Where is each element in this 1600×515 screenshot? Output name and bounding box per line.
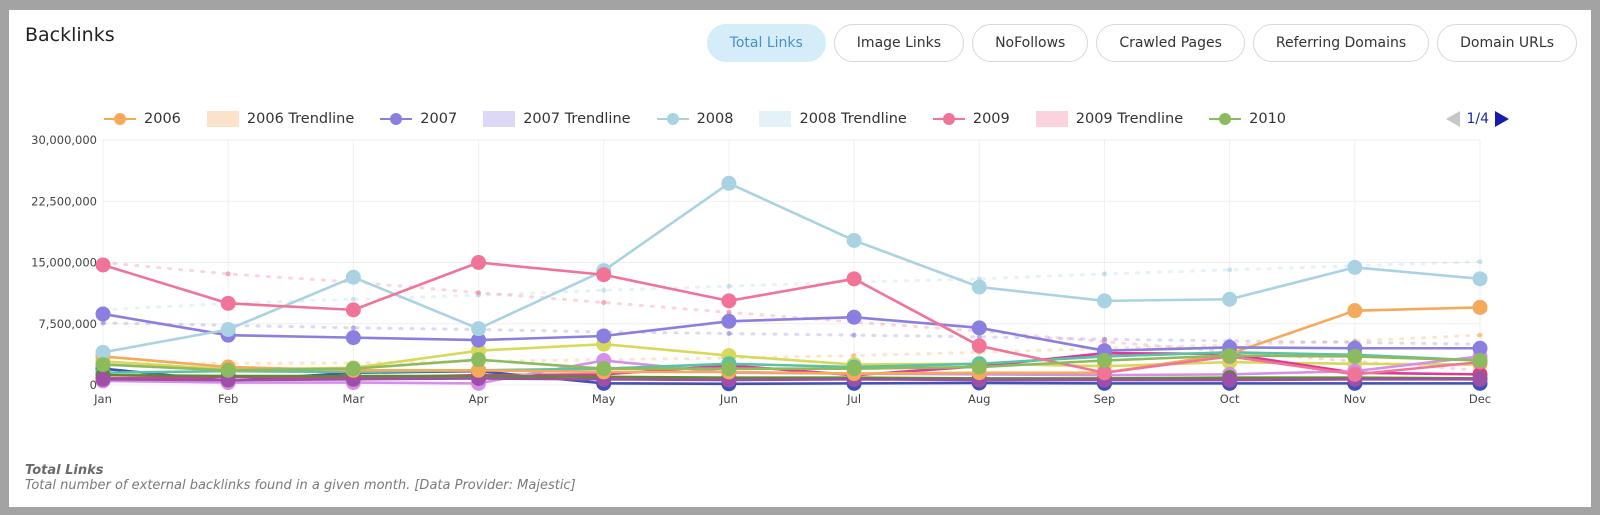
trendline-point [851, 332, 857, 338]
data-point [846, 232, 862, 248]
data-point [471, 352, 487, 368]
data-point [596, 328, 612, 344]
data-point [220, 321, 236, 337]
data-point [971, 320, 987, 336]
data-point [95, 306, 111, 322]
y-tick-label: 7,500,000 [38, 317, 97, 331]
data-point [1347, 303, 1363, 319]
data-point [1347, 348, 1363, 364]
x-tick-label: Jun [719, 392, 738, 406]
data-point [345, 269, 361, 285]
data-point [721, 313, 737, 329]
y-tick-label: 15,000,000 [31, 256, 97, 270]
backlinks-panel: Backlinks Total Links Image Links NoFoll… [9, 10, 1591, 507]
data-point [1472, 353, 1488, 368]
series-line-2017 [102, 377, 1480, 382]
data-point [846, 309, 862, 325]
data-point [846, 271, 862, 287]
x-tick-label: Apr [469, 392, 489, 406]
data-point [1472, 371, 1488, 387]
data-point [1472, 299, 1488, 315]
series-line-2007 [102, 312, 1480, 353]
data-point [971, 359, 987, 375]
trendline-point [1477, 259, 1483, 265]
x-tick-label: Aug [968, 392, 990, 406]
line-chart: 07,500,00015,000,00022,500,00030,000,000… [31, 133, 1491, 406]
trendline-point [601, 287, 607, 293]
data-point [220, 362, 236, 378]
series-line-2008 [102, 181, 1481, 354]
x-tick-label: May [592, 392, 616, 406]
chart-caption: Total Links Total number of external bac… [25, 463, 576, 493]
data-point [971, 279, 987, 295]
trendline-point [726, 283, 732, 289]
trendline-point [476, 290, 482, 296]
trendline-point [601, 300, 607, 306]
trendline-2007-trendline [101, 321, 1482, 346]
data-point [345, 330, 361, 346]
data-point [1347, 366, 1363, 382]
trendline-point [726, 331, 732, 337]
x-tick-label: Oct [1220, 392, 1240, 406]
x-tick-label: Mar [343, 392, 365, 406]
data-point [596, 267, 612, 283]
data-point [1096, 293, 1112, 309]
data-point [596, 361, 612, 377]
x-tick-label: Jan [93, 392, 112, 406]
trendline-point [1227, 267, 1233, 273]
x-tick-label: Nov [1344, 392, 1367, 406]
data-point [1222, 372, 1238, 388]
data-point [1472, 271, 1488, 287]
caption-description: Total number of external backlinks found… [25, 478, 576, 493]
data-point [1096, 353, 1112, 368]
data-point [95, 357, 111, 373]
trendline-point [1101, 271, 1107, 277]
x-tick-label: Jul [846, 392, 861, 406]
trendline-2008-trendline [101, 260, 1482, 312]
x-tick-label: Feb [218, 392, 238, 406]
data-point [95, 371, 111, 387]
data-point [1222, 291, 1238, 307]
data-point [721, 175, 737, 191]
data-point [95, 257, 111, 273]
trendline-point [350, 325, 356, 331]
y-tick-label: 22,500,000 [31, 194, 97, 208]
data-point [345, 302, 361, 318]
data-point [721, 361, 737, 377]
data-point [471, 321, 487, 337]
data-point [846, 361, 862, 377]
data-point [220, 295, 236, 311]
data-point [471, 255, 487, 270]
trendline-point [1477, 332, 1483, 338]
y-tick-label: 30,000,000 [31, 133, 97, 147]
caption-title: Total Links [25, 463, 104, 478]
x-tick-label: Dec [1469, 392, 1491, 406]
data-point [1347, 259, 1363, 275]
data-point [721, 293, 737, 309]
data-point [345, 361, 361, 377]
trendline-point [225, 271, 231, 277]
trendline-point [350, 296, 356, 302]
data-point [1222, 348, 1238, 364]
data-point [971, 338, 987, 354]
x-tick-label: Sep [1094, 392, 1116, 406]
